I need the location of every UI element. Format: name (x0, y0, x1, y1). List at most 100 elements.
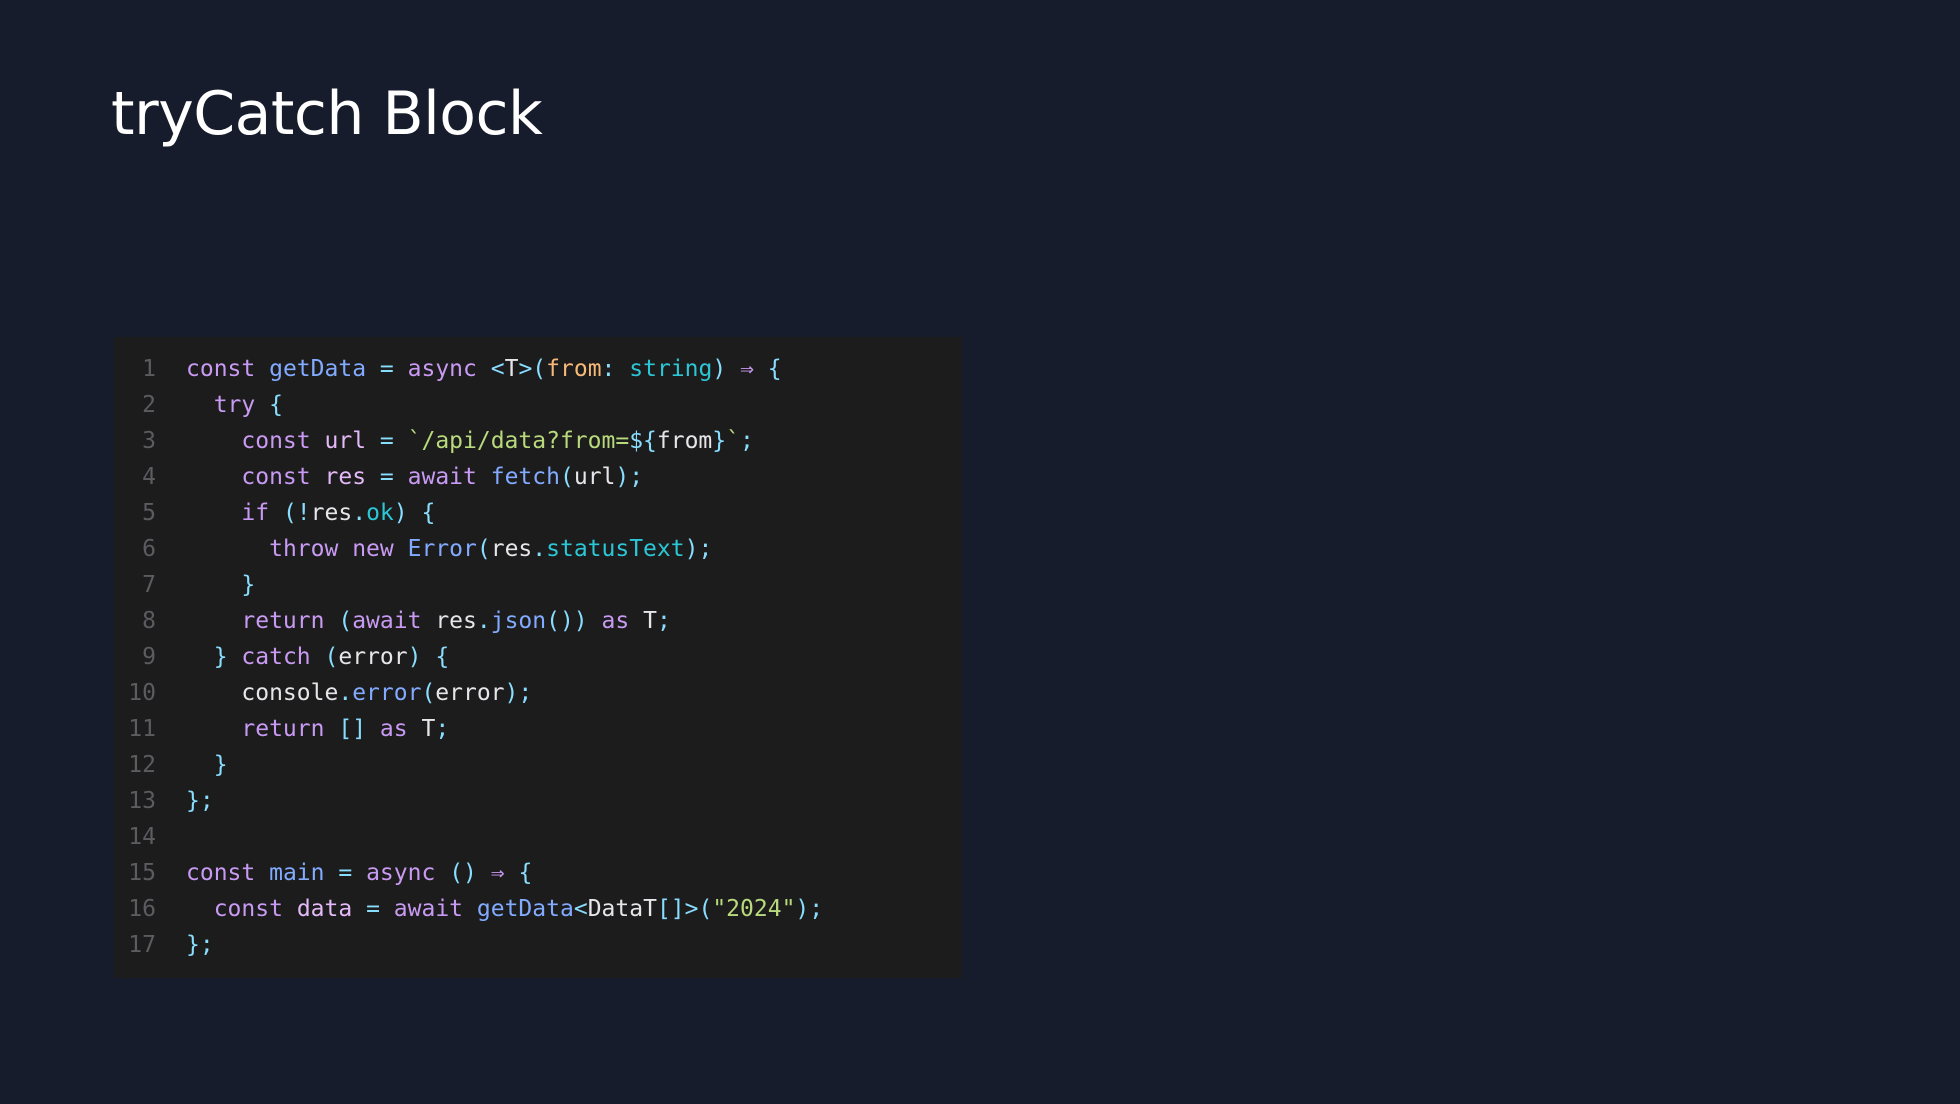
line-number: 17 (128, 932, 156, 958)
code-token: async (366, 860, 436, 886)
code-line: 16 const data = await getData<DataT[]>("… (114, 891, 962, 927)
code-line: 17}; (114, 927, 962, 963)
code-token: main (269, 860, 325, 886)
code-token: { (269, 392, 283, 418)
code-token: } (213, 752, 228, 778)
line-code: console.error(error); (186, 675, 532, 711)
line-number: 8 (142, 608, 156, 634)
code-token: } (712, 428, 727, 454)
code-token: return (241, 716, 325, 742)
code-token: ; (435, 716, 450, 742)
line-code: }; (186, 927, 214, 963)
code-line: 4 const res = await fetch(url); (114, 459, 962, 495)
code-line: 2 try { (114, 387, 962, 423)
code-token: error (435, 680, 505, 706)
code-token: ); (504, 680, 533, 706)
code-token: (! (282, 500, 311, 526)
code-token: }; (186, 788, 214, 814)
code-token: { (421, 500, 436, 526)
code-line: 1 const getData = async <T>(from: string)… (114, 351, 962, 387)
code-token: ( (421, 680, 436, 706)
code-token: return (241, 608, 325, 634)
line-number: 15 (128, 860, 156, 886)
code-line: 5 if (!res.ok) { (114, 495, 962, 531)
code-token: }; (186, 932, 214, 958)
code-token: as (379, 716, 408, 742)
code-token: ()) (546, 608, 588, 634)
line-number: 12 (128, 752, 156, 778)
code-token: = (379, 464, 394, 490)
code-token: ); (795, 896, 824, 922)
code-token: . (352, 500, 367, 526)
code-line: 14 (114, 819, 962, 855)
line-code: return [] as T; (186, 711, 449, 747)
line-code: try { (186, 387, 283, 423)
line-number: 13 (128, 788, 156, 814)
code-token: error (352, 680, 422, 706)
code-token: { (435, 644, 450, 670)
code-token: getData (476, 896, 574, 922)
code-line: 3 const url = `/api/data?from=${from}`; (114, 423, 962, 459)
line-number: 10 (128, 680, 156, 706)
code-token: ( (476, 536, 491, 562)
code-token: getData (269, 356, 367, 382)
code-token: ⇒ (740, 356, 754, 382)
line-code: if (!res.ok) { (186, 495, 435, 531)
code-token: = (338, 860, 353, 886)
code-token: ( (338, 608, 353, 634)
line-code: } (186, 567, 255, 603)
code-token: [] (338, 716, 367, 742)
code-token: { (518, 860, 533, 886)
code-token: T (643, 608, 657, 634)
code-token: from (546, 356, 602, 382)
code-token: < (490, 356, 505, 382)
line-code: const main = async () ⇒ { (186, 855, 532, 891)
code-token: console (241, 680, 339, 706)
code-token: async (407, 356, 477, 382)
code-token: T (421, 716, 436, 742)
code-token: const (186, 860, 256, 886)
code-token: await (352, 608, 422, 634)
code-token: fetch (490, 464, 560, 490)
code-token: error (338, 644, 408, 670)
code-token: Error (407, 536, 477, 562)
code-token: try (213, 392, 256, 418)
code-token: ( (324, 644, 339, 670)
code-token: } (241, 572, 256, 598)
line-number: 5 (142, 500, 156, 526)
code-token: as (601, 608, 630, 634)
code-token: ); (684, 536, 713, 562)
code-token: : (601, 356, 616, 382)
code-token: . (338, 680, 353, 706)
code-line: 12 } (114, 747, 962, 783)
code-token: ( (559, 464, 574, 490)
line-code: }; (186, 783, 214, 819)
